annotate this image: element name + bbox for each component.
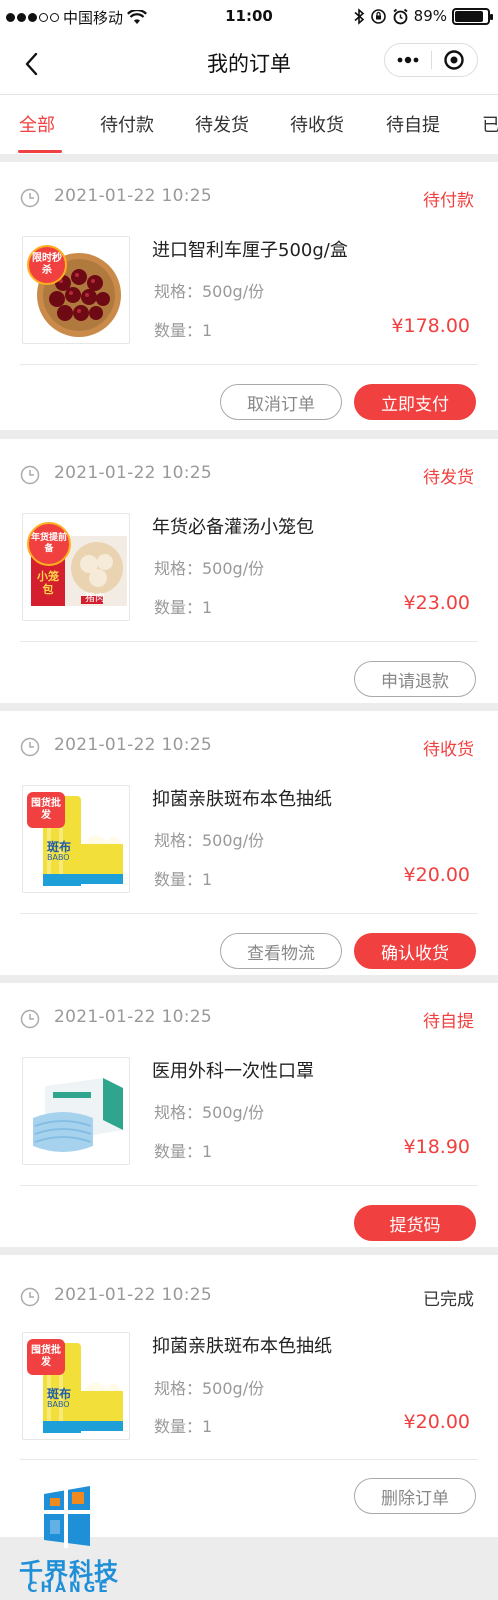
order-time: 2021-01-22 10:25 <box>54 1007 212 1027</box>
product-image[interactable]: 斑布 BABO 囤货批发 <box>22 785 130 893</box>
product-spec: 规格：500g/份 <box>154 282 265 301</box>
watermark-logo: 千界科技 CHANGE <box>4 1480 134 1598</box>
tab-all[interactable]: 全部 <box>19 111 55 137</box>
product-spec: 规格：500g/份 <box>154 1379 265 1398</box>
dumpling-package-label: 小笼包 <box>37 570 59 596</box>
clock-icon <box>20 465 40 485</box>
product-image[interactable]: 限时秒杀 <box>22 236 130 344</box>
product-quantity: 数量：1 <box>154 870 213 889</box>
product-name[interactable]: 抑菌亲肤斑布本色抽纸 <box>152 1332 332 1358</box>
clock-icon <box>20 1009 40 1029</box>
delete-order-button[interactable]: 删除订单 <box>354 1478 476 1514</box>
promo-badge: 囤货批发 <box>27 1339 65 1375</box>
product-quantity: 数量：1 <box>154 321 213 340</box>
divider <box>20 913 478 914</box>
tab-pending-pickup[interactable]: 待自提 <box>386 111 440 137</box>
order-status: 待付款 <box>423 191 474 211</box>
order-status-tabs: 全部 待付款 待发货 待收货 待自提 已 <box>0 94 498 154</box>
order-card: 2021-01-22 10:25 待发货 小笼包 猪肉 年货提前备 年货必备灌汤… <box>0 439 498 703</box>
promo-badge: 年货提前备 <box>27 522 71 566</box>
alarm-icon <box>393 8 408 24</box>
apply-refund-button[interactable]: 申请退款 <box>354 661 476 697</box>
product-price: ¥23.00 <box>403 592 470 614</box>
dumpling-package-sub: 猪肉 <box>85 593 105 604</box>
watermark-sub: CHANGE <box>27 1580 111 1596</box>
order-header: 2021-01-22 10:25 待自提 <box>20 1007 478 1032</box>
product-price: ¥20.00 <box>403 1411 470 1433</box>
order-header: 2021-01-22 10:25 待收货 <box>20 735 478 760</box>
tab-pending-receipt[interactable]: 待收货 <box>290 111 344 137</box>
order-status: 待自提 <box>423 1012 474 1032</box>
product-name[interactable]: 进口智利车厘子500g/盒 <box>152 236 348 262</box>
order-time: 2021-01-22 10:25 <box>54 463 212 483</box>
order-header: 2021-01-22 10:25 待发货 <box>20 463 478 488</box>
battery-percent: 89% <box>413 7 447 25</box>
product-name[interactable]: 抑菌亲肤斑布本色抽纸 <box>152 785 332 811</box>
bluetooth-icon <box>354 7 364 25</box>
product-image[interactable] <box>22 1057 130 1165</box>
confirm-receipt-button[interactable]: 确认收货 <box>354 933 476 969</box>
order-header: 2021-01-22 10:25 待付款 <box>20 186 478 211</box>
order-status: 待收货 <box>423 740 474 760</box>
battery-fill <box>455 10 484 22</box>
order-status: 已完成 <box>423 1290 474 1310</box>
navigation-bar: 我的订单 <box>0 34 498 94</box>
order-card: 2021-01-22 10:25 待付款 限时秒杀 进口智利车厘子500g/盒 … <box>0 162 498 430</box>
order-status: 待发货 <box>423 468 474 488</box>
order-card: 2021-01-22 10:25 待收货 斑布 BABO 囤货批发 抑菌亲肤斑布… <box>0 711 498 975</box>
divider <box>20 1459 478 1460</box>
face-mask-box-icon <box>33 1078 123 1152</box>
divider <box>20 641 478 642</box>
product-spec: 规格：500g/份 <box>154 1103 265 1122</box>
battery-icon <box>452 7 493 25</box>
view-logistics-button[interactable]: 查看物流 <box>220 933 342 969</box>
product-price: ¥18.90 <box>403 1136 470 1158</box>
close-miniprogram-button[interactable] <box>431 44 477 76</box>
tab-pending-payment[interactable]: 待付款 <box>100 111 154 137</box>
product-spec: 规格：500g/份 <box>154 831 265 850</box>
promo-badge: 囤货批发 <box>27 792 65 828</box>
promo-badge: 限时秒杀 <box>27 245 67 285</box>
product-image[interactable]: 斑布 BABO 囤货批发 <box>22 1332 130 1440</box>
divider <box>20 364 478 365</box>
clock-icon <box>20 1287 40 1307</box>
pickup-code-button[interactable]: 提货码 <box>354 1205 476 1241</box>
order-header: 2021-01-22 10:25 已完成 <box>20 1285 478 1310</box>
product-image[interactable]: 小笼包 猪肉 年货提前备 <box>22 513 130 621</box>
status-bar: 中国移动 11:00 89% <box>0 0 498 34</box>
product-spec: 规格：500g/份 <box>154 559 265 578</box>
pay-now-button[interactable]: 立即支付 <box>354 384 476 420</box>
product-price: ¥178.00 <box>391 315 470 337</box>
product-quantity: 数量：1 <box>154 598 213 617</box>
product-quantity: 数量：1 <box>154 1417 213 1436</box>
more-button[interactable] <box>385 44 431 76</box>
product-quantity: 数量：1 <box>154 1142 213 1161</box>
windows-logo-icon <box>42 1486 94 1548</box>
rotation-lock-icon <box>370 8 386 24</box>
product-name[interactable]: 医用外科一次性口罩 <box>152 1057 314 1083</box>
tab-pending-shipment[interactable]: 待发货 <box>195 111 249 137</box>
active-tab-indicator <box>18 150 62 153</box>
product-price: ¥20.00 <box>403 864 470 886</box>
tissue-brand-en: BABO <box>47 1400 70 1409</box>
product-name[interactable]: 年货必备灌汤小笼包 <box>152 513 314 539</box>
order-card: 2021-01-22 10:25 待自提 医用外科一次性口罩 规格：500g/份… <box>0 983 498 1247</box>
tissue-brand-en: BABO <box>47 853 70 862</box>
target-close-icon <box>444 50 464 70</box>
status-bar-right: 89% <box>354 7 493 25</box>
cancel-order-button[interactable]: 取消订单 <box>220 384 342 420</box>
tab-completed[interactable]: 已 <box>482 111 498 137</box>
clock-icon <box>20 188 40 208</box>
divider <box>20 1185 478 1186</box>
more-dots-icon <box>397 56 419 64</box>
order-time: 2021-01-22 10:25 <box>54 186 212 206</box>
mini-program-capsule <box>384 43 478 77</box>
order-time: 2021-01-22 10:25 <box>54 735 212 755</box>
clock-icon <box>20 737 40 757</box>
order-time: 2021-01-22 10:25 <box>54 1285 212 1305</box>
